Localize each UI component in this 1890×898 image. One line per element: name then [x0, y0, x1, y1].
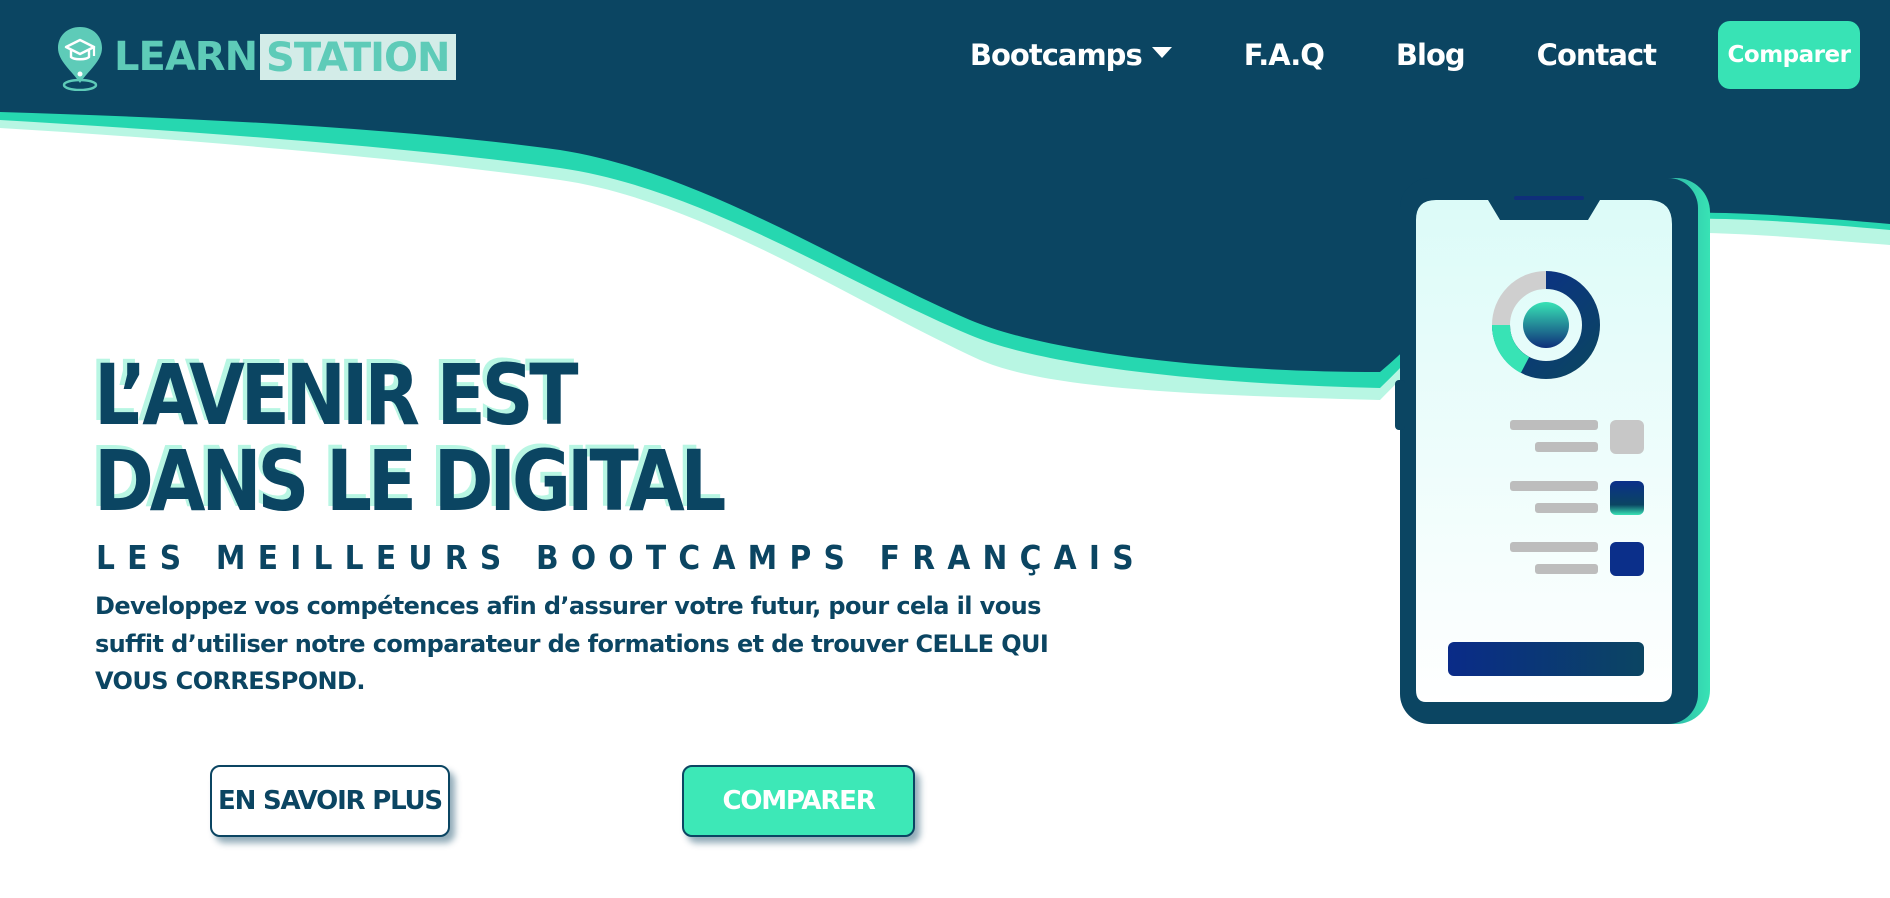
brand-wordmark: LEARN STATION [114, 34, 456, 80]
nav-item-bootcamps[interactable]: Bootcamps [970, 38, 1172, 72]
brand-logo[interactable]: LEARN STATION [54, 22, 456, 92]
learn-more-button[interactable]: EN SAVOIR PLUS [210, 765, 450, 837]
hero-title-line-2: DANS LE DIGITAL [94, 432, 726, 530]
nav-item-blog[interactable]: Blog [1396, 38, 1466, 72]
compare-button[interactable]: COMPARER [682, 765, 915, 837]
hero-title-line-1: L’AVENIR EST [94, 346, 579, 444]
nav-compare-button[interactable]: Comparer [1718, 21, 1860, 89]
brand-name-station: STATION [260, 34, 456, 80]
caret-down-icon [1151, 46, 1172, 58]
graduation-cap-pin-icon [58, 27, 102, 91]
hero-title: L’AVENIR EST DANS LE DIGITAL [94, 346, 726, 530]
hero-subtitle: LES MEILLEURS BOOTCAMPS FRANÇAIS [96, 538, 1146, 577]
hero-description: Developpez vos compétences afin d’assure… [95, 592, 1049, 695]
nav-item-contact[interactable]: Contact [1537, 38, 1657, 72]
nav-item-bootcamps-label: Bootcamps [969, 38, 1143, 72]
phone-illustration [1395, 178, 1710, 724]
nav-item-faq[interactable]: F.A.Q [1244, 38, 1325, 72]
brand-name-learn: LEARN [114, 34, 258, 80]
main-navigation: Bootcamps F.A.Q Blog Contact Comparer [970, 20, 1860, 90]
brand-name-station-text: STATION [266, 35, 450, 81]
